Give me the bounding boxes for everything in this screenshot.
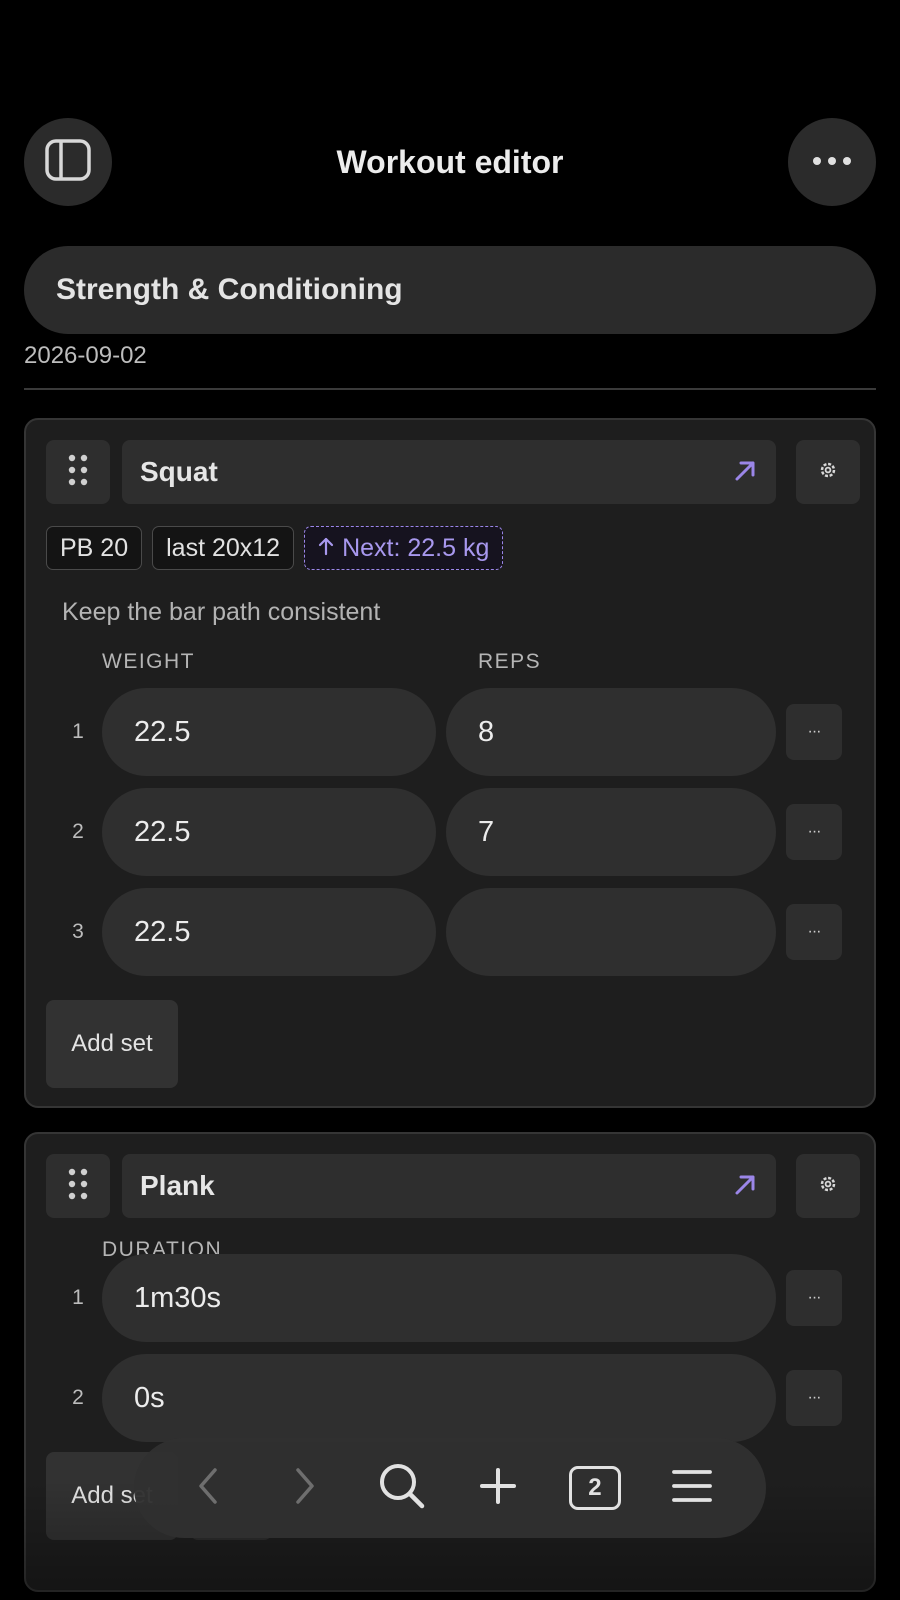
drag-handle-icon	[68, 1168, 88, 1205]
reps-input[interactable]	[446, 888, 776, 976]
new-tab-button[interactable]	[466, 1456, 530, 1520]
exercise-settings-button[interactable]	[796, 440, 860, 504]
set-number: 2	[72, 1386, 84, 1409]
duration-input[interactable]: 1m30s	[102, 1254, 776, 1342]
page-title: Workout editor	[336, 144, 564, 180]
sidebar-icon	[44, 138, 92, 187]
set-options-button[interactable]: ···	[786, 704, 842, 760]
exercise-note[interactable]: Keep the bar path consistent	[62, 598, 380, 627]
browser-toolbar: 2	[134, 1438, 766, 1538]
more-horizontal-icon	[812, 153, 852, 171]
forward-button[interactable]	[273, 1456, 337, 1520]
back-button[interactable]	[176, 1456, 240, 1520]
back-icon	[195, 1466, 221, 1511]
column-header-weight: WEIGHT	[102, 650, 195, 673]
exercise-name: Squat	[140, 456, 218, 487]
personal-best-chip: PB 20	[46, 526, 143, 570]
exercise-card-squat: Squat PB 20 last 20x12 Next: 22.5 kg Kee…	[24, 418, 876, 1108]
set-options-button[interactable]: ···	[786, 904, 842, 960]
drag-handle-icon	[68, 454, 88, 491]
column-header-reps: REPS	[478, 650, 542, 673]
forward-icon	[292, 1466, 318, 1511]
open-exercise-icon[interactable]	[732, 458, 758, 491]
divider	[24, 388, 876, 390]
menu-icon	[671, 1468, 713, 1509]
next-target-label: Next: 22.5 kg	[342, 533, 490, 562]
set-number: 3	[72, 920, 84, 943]
set-options-button[interactable]: ···	[786, 804, 842, 860]
last-session-chip: last 20x12	[152, 526, 295, 570]
set-number: 1	[72, 1286, 84, 1309]
set-number: 1	[72, 720, 84, 743]
exercise-name-field[interactable]: Squat	[122, 440, 776, 504]
exercise-name: Plank	[140, 1170, 215, 1201]
tabs-icon: 2	[568, 1466, 621, 1510]
search-button[interactable]	[370, 1456, 434, 1520]
add-set-button[interactable]: Add set	[46, 1000, 178, 1088]
menu-button[interactable]	[660, 1456, 724, 1520]
open-exercise-icon[interactable]	[732, 1172, 758, 1205]
tabs-button[interactable]: 2	[563, 1456, 627, 1520]
set-row: 2 0s ···	[26, 1354, 874, 1442]
drag-handle[interactable]	[46, 440, 110, 504]
search-icon	[378, 1462, 426, 1515]
weight-input[interactable]: 22.5	[102, 788, 436, 876]
next-target-chip[interactable]: Next: 22.5 kg	[304, 526, 504, 570]
exercise-name-field[interactable]: Plank	[122, 1154, 776, 1218]
more-options-button[interactable]	[788, 118, 876, 206]
workout-date[interactable]: 2026-09-02	[24, 342, 147, 370]
exercise-settings-button[interactable]	[796, 1154, 860, 1218]
set-number: 2	[72, 820, 84, 843]
tabs-count: 2	[588, 1474, 602, 1501]
set-options-button[interactable]: ···	[786, 1270, 842, 1326]
set-row: 1 1m30s ···	[26, 1254, 874, 1342]
duration-input[interactable]: 0s	[102, 1354, 776, 1442]
plus-icon	[479, 1467, 517, 1510]
reps-input[interactable]: 8	[446, 688, 776, 776]
gear-icon	[818, 1174, 838, 1199]
set-row: 3 22.5 ···	[26, 888, 874, 976]
weight-input[interactable]: 22.5	[102, 888, 436, 976]
set-options-button[interactable]: ···	[786, 1370, 842, 1426]
weight-input[interactable]: 22.5	[102, 688, 436, 776]
gear-icon	[818, 460, 838, 485]
top-bar: Workout editor	[24, 118, 876, 206]
reps-input[interactable]: 7	[446, 788, 776, 876]
workout-name-input[interactable]: Strength & Conditioning	[24, 246, 876, 334]
exercise-chips: PB 20 last 20x12 Next: 22.5 kg	[46, 526, 504, 570]
drag-handle[interactable]	[46, 1154, 110, 1218]
set-row: 2 22.5 7 ···	[26, 788, 874, 876]
set-row: 1 22.5 8 ···	[26, 688, 874, 776]
arrow-up-icon	[318, 534, 334, 563]
sidebar-toggle-button[interactable]	[24, 118, 112, 206]
